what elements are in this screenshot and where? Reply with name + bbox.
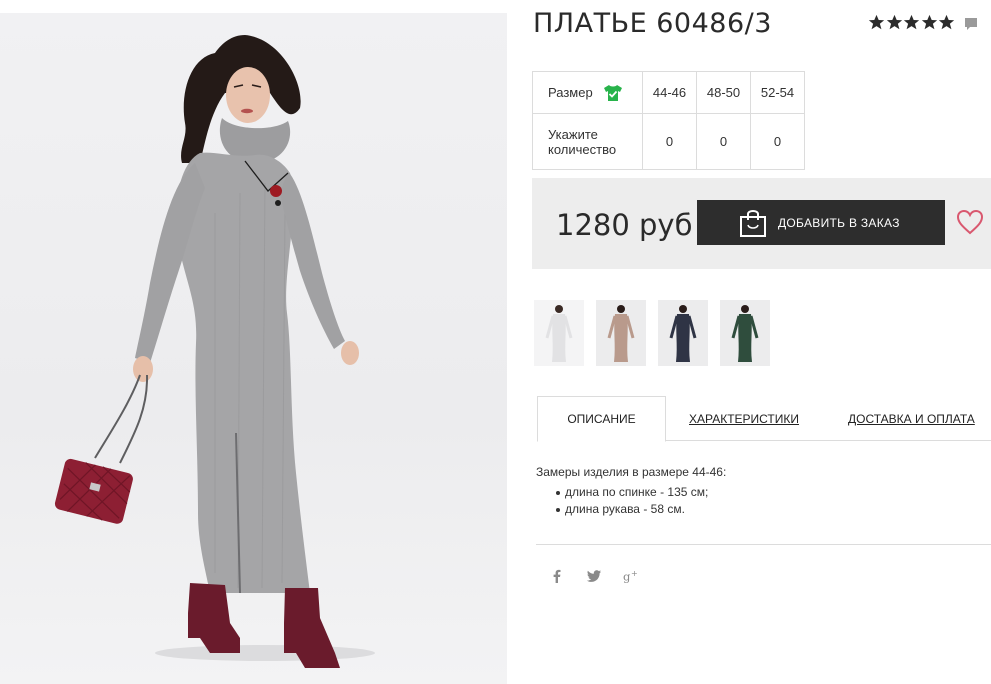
model-illustration bbox=[54, 35, 375, 668]
product-tabs: ОПИСАНИЕ ХАРАКТЕРИСТИКИ ДОСТАВКА И ОПЛАТ… bbox=[537, 396, 991, 442]
measurements-list: длина по спинке - 135 см; длина рукава -… bbox=[536, 484, 726, 518]
size-row: Размер 44-46 48-50 52-54 bbox=[532, 71, 805, 114]
star-icon[interactable] bbox=[938, 14, 955, 31]
heart-icon[interactable] bbox=[956, 209, 984, 235]
quantity-input[interactable]: 0 bbox=[642, 113, 697, 170]
quantity-row: Укажите количество 0 0 0 bbox=[532, 113, 805, 170]
comment-icon[interactable] bbox=[963, 16, 979, 32]
divider bbox=[536, 544, 991, 545]
description-panel: Замеры изделия в размере 44-46: длина по… bbox=[536, 464, 726, 518]
thumb-beige-dress[interactable] bbox=[596, 300, 646, 366]
quantity-input[interactable]: 0 bbox=[750, 113, 805, 170]
star-icon[interactable] bbox=[921, 14, 938, 31]
tab-characteristics[interactable]: ХАРАКТЕРИСТИКИ bbox=[689, 396, 799, 441]
list-item-text: длина рукава - 58 см. bbox=[565, 502, 685, 516]
facebook-icon[interactable] bbox=[549, 568, 565, 584]
svg-text:+: + bbox=[631, 569, 638, 578]
size-label-cell: Размер bbox=[532, 71, 643, 114]
thumb-green-dress[interactable] bbox=[720, 300, 770, 366]
quantity-input[interactable]: 0 bbox=[696, 113, 751, 170]
twitter-icon[interactable] bbox=[586, 568, 602, 584]
svg-text:g: g bbox=[623, 569, 631, 583]
star-icon[interactable] bbox=[886, 14, 903, 31]
google-plus-icon[interactable]: g + bbox=[623, 568, 639, 584]
size-label: Размер bbox=[548, 85, 593, 100]
star-icon[interactable] bbox=[903, 14, 920, 31]
color-thumbnails bbox=[534, 300, 782, 366]
description-intro: Замеры изделия в размере 44-46: bbox=[536, 465, 727, 479]
social-share: g + bbox=[549, 568, 660, 584]
product-main-photo[interactable] bbox=[0, 13, 507, 684]
size-quantity-table: Размер 44-46 48-50 52-54 Укажите количес… bbox=[532, 71, 805, 170]
size-option[interactable]: 52-54 bbox=[750, 71, 805, 114]
thumb-navy-dress[interactable] bbox=[658, 300, 708, 366]
product-title: ПЛАТЬЕ 60486/3 bbox=[533, 8, 772, 39]
product-rating[interactable] bbox=[868, 12, 979, 32]
shopping-bag-icon bbox=[740, 209, 766, 237]
list-item: длина по спинке - 135 см; bbox=[536, 484, 726, 501]
shirt-check-icon[interactable] bbox=[603, 84, 623, 102]
add-to-order-button[interactable]: ДОБАВИТЬ В ЗАКАЗ bbox=[697, 200, 945, 245]
size-option[interactable]: 44-46 bbox=[642, 71, 697, 114]
buy-panel: 1280 руб ДОБАВИТЬ В ЗАКАЗ bbox=[532, 178, 991, 269]
add-to-order-label: ДОБАВИТЬ В ЗАКАЗ bbox=[778, 215, 900, 230]
tab-delivery-payment[interactable]: ДОСТАВКА И ОПЛАТА bbox=[848, 396, 975, 441]
tab-description[interactable]: ОПИСАНИЕ bbox=[537, 396, 666, 442]
quantity-label: Укажите количество bbox=[532, 113, 643, 170]
thumb-white-dress[interactable] bbox=[534, 300, 584, 366]
star-icon[interactable] bbox=[868, 14, 885, 31]
product-price: 1280 руб bbox=[556, 208, 693, 242]
size-option[interactable]: 48-50 bbox=[696, 71, 751, 114]
list-item-text: длина по спинке - 135 см; bbox=[565, 485, 709, 499]
list-item: длина рукава - 58 см. bbox=[536, 501, 726, 518]
